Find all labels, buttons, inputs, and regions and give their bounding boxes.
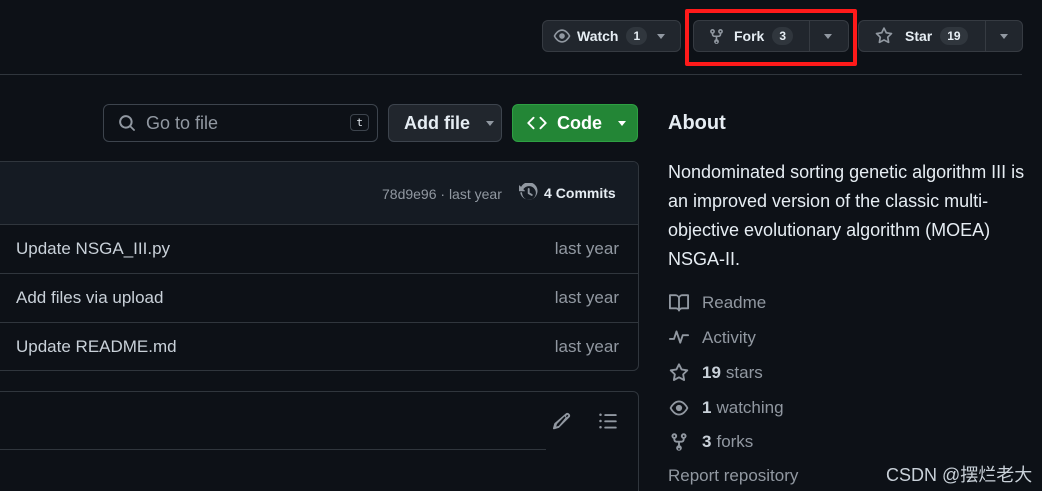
watch-count: 1 (626, 27, 648, 45)
eye-icon (553, 29, 571, 43)
file-list: 78d9e96 · last year 4 Commits Update NSG… (0, 161, 639, 371)
go-to-file-input[interactable]: Go to file t (103, 104, 378, 142)
chevron-down-icon (486, 120, 494, 126)
watch-button[interactable]: Watch 1 (542, 20, 681, 52)
commit-message[interactable]: Update NSGA_III.py (16, 239, 170, 259)
fork-highlight-box (685, 9, 857, 66)
star-dropdown[interactable] (986, 21, 1008, 51)
add-file-button[interactable]: Add file (388, 104, 502, 142)
pulse-icon (669, 330, 689, 344)
chevron-down-icon (618, 120, 626, 126)
commit-time: last year (554, 288, 619, 307)
search-placeholder: Go to file (146, 112, 219, 133)
star-icon (875, 27, 893, 44)
forks-link[interactable]: 3 forks (668, 431, 753, 453)
watch-dropdown[interactable] (647, 21, 666, 51)
file-row[interactable]: Update README.md last year (0, 323, 638, 370)
header-divider (0, 74, 1022, 75)
stars-link[interactable]: 19 stars (668, 362, 763, 384)
code-icon (527, 116, 547, 130)
activity-link[interactable]: Activity (668, 327, 756, 349)
report-repository-link[interactable]: Report repository (668, 466, 798, 486)
latest-commit-bar: 78d9e96 · last year 4 Commits (0, 162, 638, 225)
search-shortcut-key: t (350, 114, 369, 131)
commit-hash-time[interactable]: 78d9e96 · last year (382, 186, 502, 202)
pencil-icon[interactable] (552, 411, 572, 431)
watching-link[interactable]: 1 watching (668, 397, 784, 419)
commit-message[interactable]: Update README.md (16, 337, 177, 357)
code-button[interactable]: Code (512, 104, 638, 142)
list-icon[interactable] (598, 411, 618, 431)
forks-label: forks (716, 432, 754, 451)
star-count: 19 (940, 27, 968, 45)
report-label: Report repository (668, 466, 799, 485)
commits-count: 4 (544, 185, 552, 201)
commits-label: Commits (555, 185, 616, 201)
readme-link[interactable]: Readme (668, 292, 766, 314)
watching-count: 1 (702, 398, 712, 417)
search-icon (119, 115, 135, 131)
chevron-down-icon (1000, 33, 1008, 39)
watching-label: watching (716, 398, 784, 417)
star-icon (669, 363, 689, 381)
book-icon (669, 294, 689, 312)
chevron-down-icon (657, 33, 666, 39)
watch-label: Watch (577, 28, 619, 44)
stars-label: stars (725, 363, 763, 382)
watch-main[interactable]: Watch 1 (543, 21, 648, 51)
star-label: Star (905, 28, 933, 44)
commits-link[interactable]: 4 Commits (519, 183, 616, 203)
forks-count: 3 (702, 432, 712, 451)
readme-divider (0, 449, 546, 450)
star-main[interactable]: Star 19 (859, 21, 985, 51)
code-label: Code (557, 112, 602, 133)
readme-panel (0, 391, 639, 491)
about-title: About (668, 112, 726, 134)
file-row[interactable]: Update NSGA_III.py last year (0, 225, 638, 274)
readme-label: Readme (702, 293, 767, 312)
stars-count: 19 (702, 363, 721, 382)
history-icon (519, 183, 538, 200)
activity-label: Activity (702, 328, 756, 347)
add-file-label: Add file (404, 112, 470, 133)
commit-message[interactable]: Add files via upload (16, 288, 163, 308)
eye-icon (669, 400, 689, 416)
star-button[interactable]: Star 19 (858, 20, 1023, 52)
fork-icon (671, 433, 687, 451)
commit-time: last year (554, 337, 619, 356)
commit-time: last year (554, 239, 619, 258)
file-row[interactable]: Add files via upload last year (0, 274, 638, 323)
csdn-watermark: CSDN @摆烂老大 (886, 465, 1033, 485)
about-description: Nondominated sorting genetic algorithm I… (668, 162, 1025, 269)
